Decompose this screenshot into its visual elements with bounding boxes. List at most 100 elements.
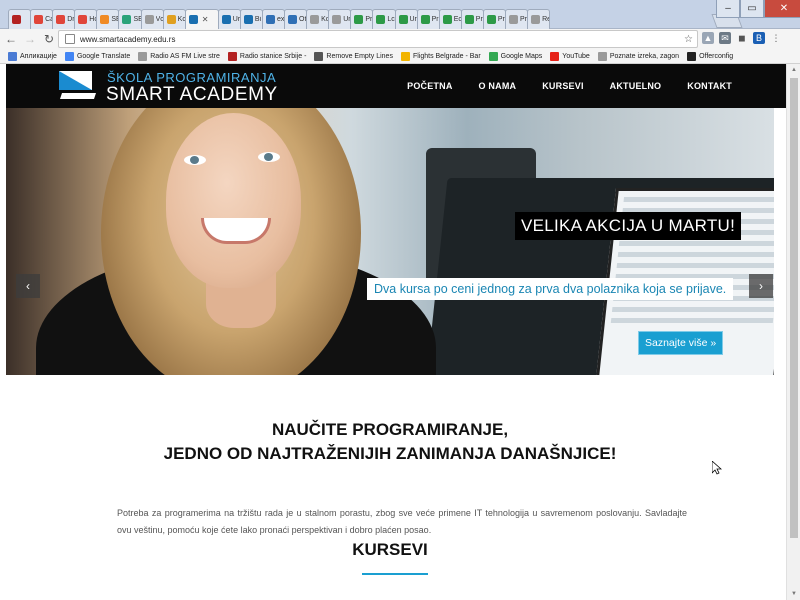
forward-button[interactable]: → xyxy=(22,31,38,47)
bookmark-item[interactable]: Апликације xyxy=(8,51,57,61)
browser-tab[interactable]: ex xyxy=(261,9,286,29)
browser-tab[interactable] xyxy=(8,9,32,29)
browser-toolbar: ← → ↻ www.smartacademy.edu.rs ☆ ▲ ✉ ◼ B … xyxy=(0,29,800,49)
nav-item-pocetna[interactable]: POČETNA xyxy=(407,81,452,91)
browser-tab[interactable]: Ur xyxy=(217,9,241,29)
bookmark-label: Offerconfig xyxy=(699,52,734,60)
nav-item-kontakt[interactable]: KONTAKT xyxy=(687,81,732,91)
extension-icon[interactable]: ▲ xyxy=(702,32,714,44)
browser-tab[interactable]: Pr xyxy=(482,9,506,29)
scroll-down-arrow-icon[interactable]: ▼ xyxy=(787,588,800,600)
menu-icon[interactable]: ⋮ xyxy=(770,32,782,44)
browser-tab[interactable]: ŠE xyxy=(96,9,120,29)
bookmark-item[interactable]: Flights Belgrade - Bar xyxy=(400,51,481,61)
bookmark-item[interactable]: Offerconfig xyxy=(687,51,734,61)
bookmark-label: Google Translate xyxy=(76,52,131,60)
check-icon xyxy=(398,15,408,24)
slider-next-button[interactable]: › xyxy=(749,274,773,298)
browser-tab-label: Lc xyxy=(387,16,395,23)
page-icon xyxy=(144,15,154,24)
browser-tab-label: Pr xyxy=(475,16,483,23)
extension-icon[interactable]: ◼ xyxy=(736,32,748,44)
bookmark-item[interactable]: Radio stanice Srbije - xyxy=(227,51,307,61)
smart-academy-logo-icon[interactable] xyxy=(58,70,98,102)
smart-academy-icon xyxy=(243,15,253,24)
bookmark-item[interactable]: Remove Empty Lines xyxy=(314,51,393,61)
browser-tab[interactable]: Kc xyxy=(306,9,330,29)
red-tab-icon xyxy=(12,15,21,24)
back-button[interactable]: ← xyxy=(3,31,19,47)
address-bar-url[interactable]: www.smartacademy.edu.rs xyxy=(80,35,684,44)
bookmark-label: Radio stanice Srbije - xyxy=(239,52,307,60)
bookmark-label: Poznate izreka, zagon xyxy=(609,52,680,60)
page-info-icon[interactable] xyxy=(65,34,75,44)
bookmark-star-icon[interactable]: ☆ xyxy=(684,34,693,45)
address-bar[interactable]: www.smartacademy.edu.rs ☆ xyxy=(58,30,698,48)
browser-tab-label: Pr xyxy=(365,16,373,23)
maps-icon xyxy=(488,51,498,61)
browser-tab[interactable]: Ot xyxy=(284,9,308,29)
browser-tab[interactable]: Lc xyxy=(372,9,396,29)
scrollbar-thumb[interactable] xyxy=(790,78,798,538)
page-icon xyxy=(332,15,342,24)
browser-tab[interactable]: Re xyxy=(527,9,551,29)
mouse-cursor-icon xyxy=(712,461,722,475)
minimize-button[interactable]: – xyxy=(716,0,740,18)
browser-tab[interactable]: Pr xyxy=(416,9,440,29)
hero-slider: VELIKA AKCIJA U MARTU! Dva kursa po ceni… xyxy=(6,108,774,375)
browser-tab[interactable]: ŠE xyxy=(118,9,142,29)
browser-tab[interactable]: Pr xyxy=(460,9,484,29)
close-window-button[interactable]: ✕ xyxy=(764,0,800,18)
page-scrollbar[interactable]: ▲ ▼ xyxy=(786,64,800,600)
globe-icon xyxy=(265,15,275,24)
extension-icon[interactable]: ✉ xyxy=(719,32,731,44)
bookmark-item[interactable]: Radio AS FM Live stre xyxy=(138,51,220,61)
browser-tab[interactable]: Ur xyxy=(328,9,352,29)
scroll-up-arrow-icon[interactable]: ▲ xyxy=(787,64,800,76)
browser-tab[interactable]: Dr xyxy=(52,9,76,29)
browser-tab[interactable]: Pr xyxy=(504,9,529,29)
heart-icon xyxy=(78,15,88,24)
check-icon xyxy=(486,15,496,24)
browser-tab[interactable]: Kc xyxy=(162,9,186,29)
extension-icon[interactable]: B xyxy=(753,32,765,44)
browser-tab[interactable]: ✕ xyxy=(184,9,219,29)
bookmark-item[interactable]: YouTube xyxy=(550,51,590,61)
bookmark-item[interactable]: Poznate izreka, zagon xyxy=(597,51,680,61)
nav-item-kursevi[interactable]: KURSEVI xyxy=(542,81,583,91)
browser-tab-label: Bi xyxy=(254,16,262,23)
maximize-button[interactable]: ▭ xyxy=(740,0,764,18)
browser-tab-label: Pr xyxy=(519,16,527,23)
logo-title[interactable]: SMART ACADEMY xyxy=(106,84,278,106)
apps-grid-icon xyxy=(8,51,17,61)
logo-subtitle[interactable]: ŠKOLA PROGRAMIRANJA xyxy=(107,70,276,85)
kodi-icon xyxy=(166,15,176,24)
orange-x-icon xyxy=(100,15,110,24)
slider-prev-button[interactable]: ‹ xyxy=(16,274,40,298)
browser-tab[interactable]: Bi xyxy=(239,9,263,29)
browser-tab[interactable]: Ec xyxy=(438,9,462,29)
browser-tab[interactable]: Pr xyxy=(350,9,374,29)
radio-icon xyxy=(227,51,237,61)
browser-tab[interactable]: Vc xyxy=(140,9,164,29)
nav-item-aktuelno[interactable]: AKTUELNO xyxy=(610,81,662,91)
page-viewport: ŠKOLA PROGRAMIRANJA SMART ACADEMY POČETN… xyxy=(0,64,800,600)
check-icon xyxy=(464,15,474,24)
page-icon xyxy=(597,51,607,61)
extension-icons: ▲ ✉ ◼ B ⋮ xyxy=(702,32,782,44)
reload-button[interactable]: ↻ xyxy=(41,31,57,47)
browser-tab[interactable]: Ca xyxy=(30,9,54,29)
main-content: NAUČITE PROGRAMIRANJE, JEDNO OD NAJTRAŽE… xyxy=(6,375,774,600)
bookmarks-bar: Апликације Google Translate Radio AS FM Li… xyxy=(0,49,800,64)
page-icon xyxy=(531,15,541,24)
close-tab-icon[interactable]: ✕ xyxy=(202,15,209,24)
intro-paragraph: Potreba za programerima na tržištu rada … xyxy=(117,508,687,535)
browser-tab[interactable]: Hc xyxy=(74,9,98,29)
browser-tab[interactable]: Ur xyxy=(394,9,418,29)
nav-item-o-nama[interactable]: O NAMA xyxy=(479,81,517,91)
bookmark-item[interactable]: Google Maps xyxy=(488,51,542,61)
learn-more-button[interactable]: Saznajte više » xyxy=(638,331,724,355)
bookmark-item[interactable]: Google Translate xyxy=(64,51,131,61)
smart-academy-icon xyxy=(221,15,231,24)
slide-title: VELIKA AKCIJA U MARTU! xyxy=(515,212,742,240)
